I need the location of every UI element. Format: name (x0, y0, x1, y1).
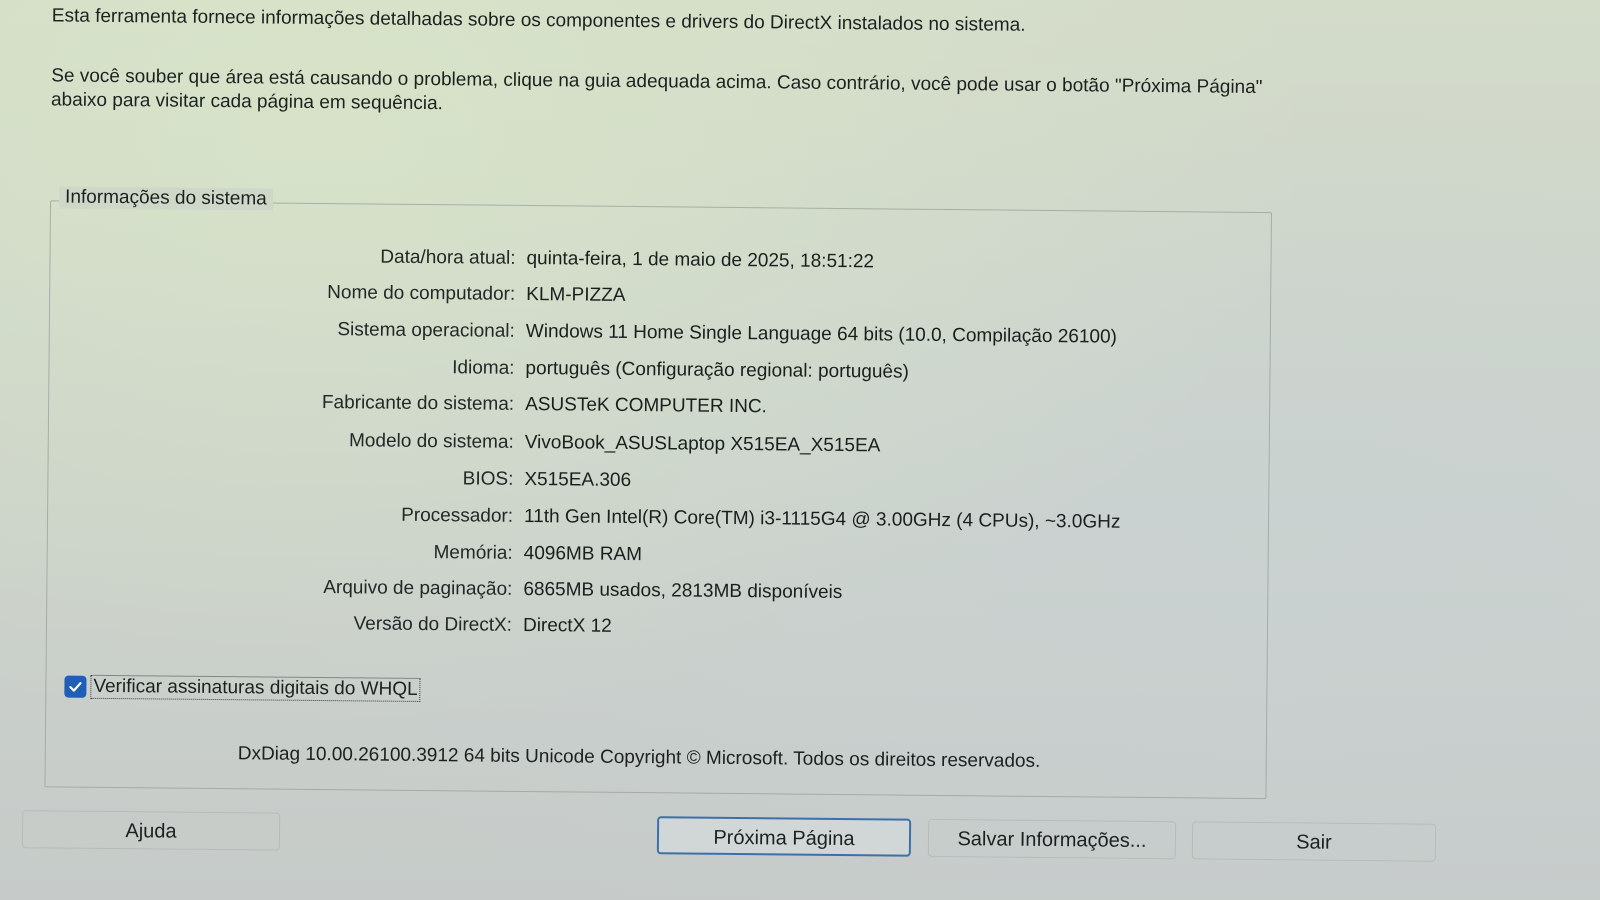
info-value: Windows 11 Home Single Language 64 bits … (525, 320, 1118, 348)
info-row-system-model: Modelo do sistema: VivoBook_ASUSLaptop X… (49, 423, 1249, 465)
next-page-button[interactable]: Próxima Página (656, 816, 912, 857)
info-label: Fabricante do sistema: (321, 392, 515, 415)
info-row-datetime: Data/hora atual: quinta-feira, 1 de maio… (50, 239, 1250, 281)
info-row-language: Idioma: português (Configuração regional… (49, 349, 1249, 391)
dxdiag-system-tab: Esta ferramenta fornece informações deta… (2, 0, 1500, 899)
info-label: Processador: (401, 504, 514, 527)
info-row-manufacturer: Fabricante do sistema: ASUSTeK COMPUTER … (49, 385, 1249, 427)
info-value: X515EA.306 (524, 468, 632, 491)
checkmark-icon (69, 682, 82, 692)
info-row-operating-system: Sistema operacional: Windows 11 Home Sin… (50, 312, 1250, 354)
exit-button[interactable]: Sair (1191, 821, 1437, 862)
info-value: 11th Gen Intel(R) Core(TM) i3-1115G4 @ 3… (523, 505, 1121, 533)
info-label: BIOS: (462, 468, 514, 490)
info-label: Modelo do sistema: (348, 430, 514, 453)
checkbox-checked-icon[interactable] (64, 675, 87, 698)
save-info-button[interactable]: Salvar Informações... (927, 818, 1177, 860)
info-value: KLM-PIZZA (526, 283, 626, 306)
info-label: Data/hora atual: (380, 246, 516, 269)
system-info-title: Informações do sistema (59, 186, 273, 211)
whql-checkbox[interactable]: Verificar assinaturas digitais do WHQL (64, 674, 421, 703)
whql-checkbox-label[interactable]: Verificar assinaturas digitais do WHQL (90, 674, 421, 702)
intro-description: Esta ferramenta fornece informações deta… (51, 5, 1026, 36)
info-row-bios: BIOS: X515EA.306 (48, 460, 1248, 502)
info-label: Nome do computador: (327, 282, 516, 305)
info-row-processor: Processador: 11th Gen Intel(R) Core(TM) … (48, 497, 1248, 539)
info-value: 6865MB usados, 2813MB disponíveis (523, 578, 843, 604)
copyright-text: DxDiag 10.00.26100.3912 64 bits Unicode … (237, 743, 1041, 772)
info-value: VivoBook_ASUSLaptop X515EA_X515EA (524, 431, 881, 457)
info-value: 4096MB RAM (523, 542, 643, 566)
info-row-computer-name: Nome do computador: KLM-PIZZA (50, 275, 1250, 317)
info-label: Arquivo de paginação: (323, 577, 513, 600)
intro-instructions: Se você souber que área está causando o … (50, 65, 1263, 115)
help-button[interactable]: Ajuda (21, 810, 281, 851)
info-label: Memória: (433, 542, 513, 564)
info-row-directx-version: Versão do DirectX: DirectX 12 (47, 606, 1247, 648)
info-label: Idioma: (452, 357, 515, 379)
system-info-groupbox: Informações do sistema Data/hora atual: … (44, 186, 1273, 800)
info-row-page-file: Arquivo de paginação: 6865MB usados, 281… (47, 570, 1247, 612)
info-label: Sistema operacional: (337, 319, 515, 342)
info-label: Versão do DirectX: (353, 613, 513, 636)
info-value: ASUSTeK COMPUTER INC. (525, 393, 767, 418)
screen: Esta ferramenta fornece informações deta… (0, 0, 1600, 900)
info-value: quinta-feira, 1 de maio de 2025, 18:51:2… (526, 247, 875, 273)
info-value: português (Configuração regional: portug… (525, 357, 909, 383)
info-value: DirectX 12 (522, 614, 612, 637)
info-row-memory: Memória: 4096MB RAM (48, 534, 1248, 576)
